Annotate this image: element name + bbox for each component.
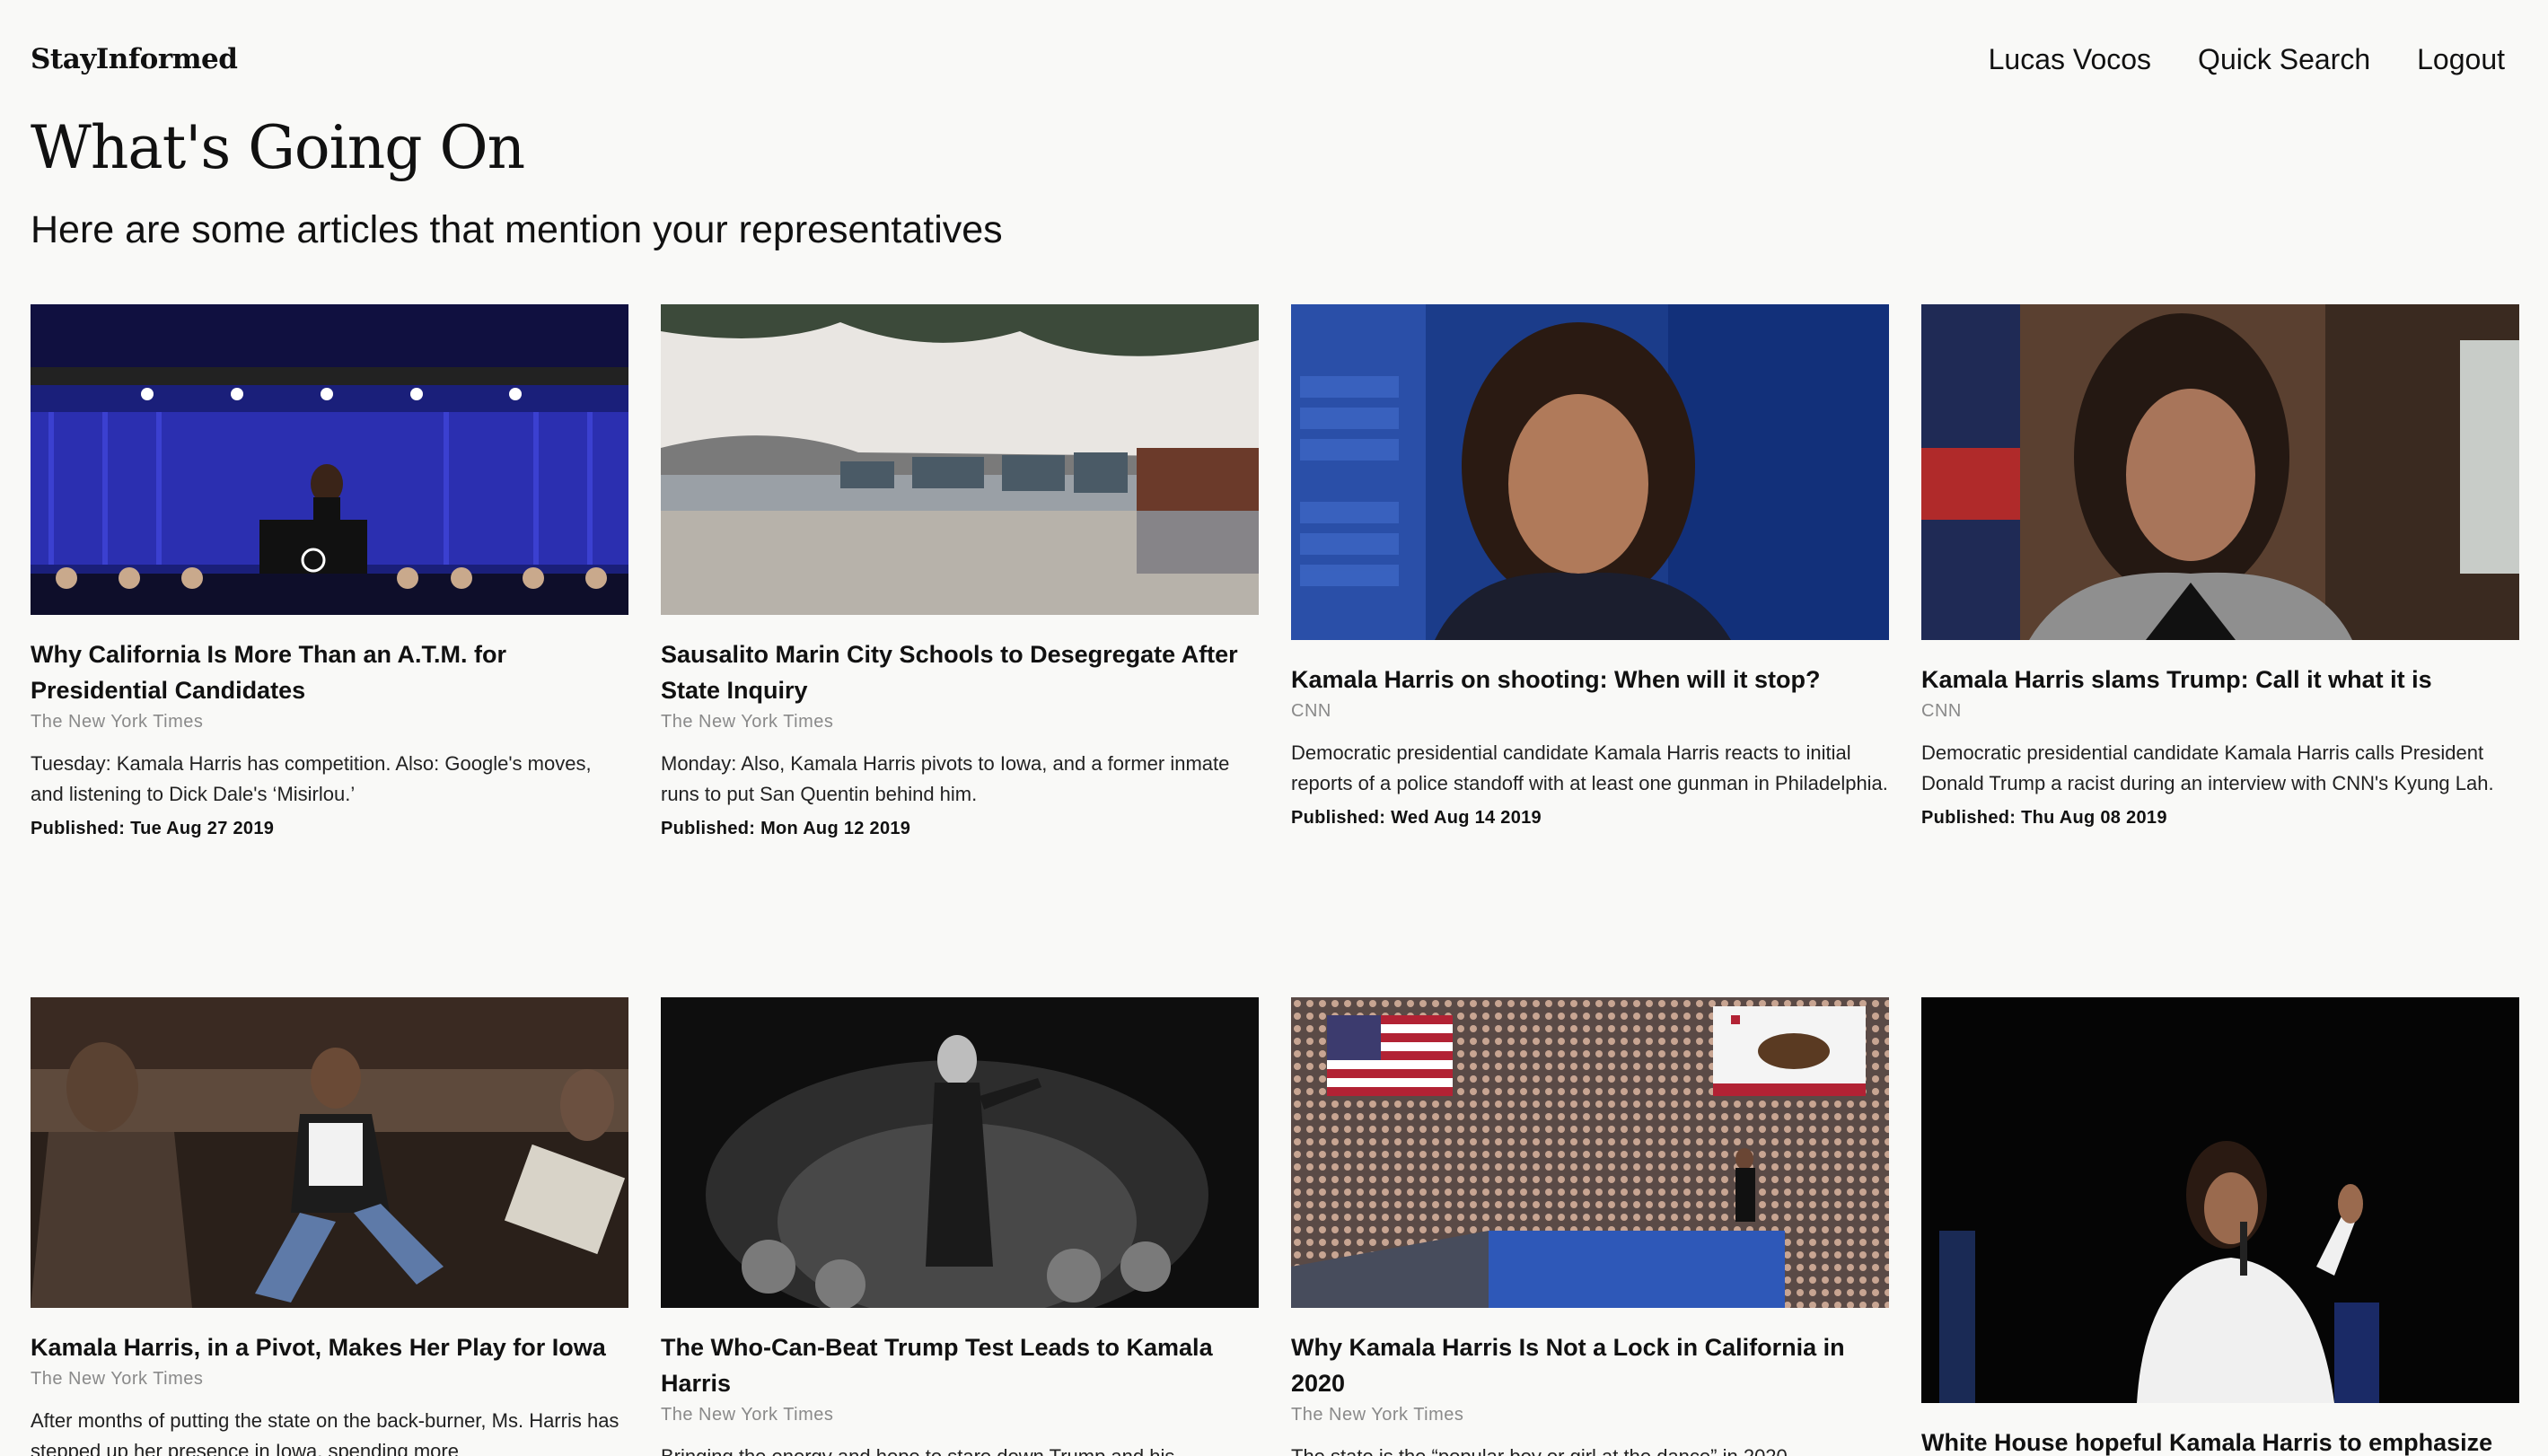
brand-logo[interactable]: StayInformed bbox=[31, 43, 238, 75]
article-description: The state is the “popular boy or girl at… bbox=[1291, 1442, 1889, 1456]
nav-user-link[interactable]: Lucas Vocos bbox=[1989, 43, 2151, 76]
crowd-rally-image bbox=[1291, 997, 1889, 1308]
article-description: Tuesday: Kamala Harris has competition. … bbox=[31, 752, 592, 805]
houseboats-image bbox=[661, 304, 1259, 615]
top-nav: Lucas Vocos Quick Search Logout bbox=[1989, 43, 2505, 76]
article-card: Why Kamala Harris Is Not a Lock in Calif… bbox=[1291, 997, 1889, 1456]
top-bar: StayInformed Lucas Vocos Quick Search Lo… bbox=[31, 36, 2505, 83]
article-source: The New York Times bbox=[31, 712, 204, 732]
black-white-speech-image bbox=[661, 997, 1259, 1308]
bus-interior-image bbox=[31, 997, 628, 1308]
article-image[interactable] bbox=[31, 997, 628, 1308]
article-title[interactable]: Kamala Harris on shooting: When will it … bbox=[1291, 662, 1889, 697]
article-description: Democratic presidential candidate Kamala… bbox=[1921, 741, 2494, 794]
article-image[interactable] bbox=[1921, 304, 2519, 640]
article-image[interactable] bbox=[1291, 304, 1889, 640]
nav-quick-search-link[interactable]: Quick Search bbox=[2198, 43, 2370, 76]
article-source: CNN bbox=[1291, 701, 1331, 721]
article-card: Kamala Harris, in a Pivot, Makes Her Pla… bbox=[31, 997, 628, 1456]
article-source: The New York Times bbox=[661, 1405, 834, 1425]
article-source: The New York Times bbox=[31, 1369, 204, 1389]
article-card: Why California Is More Than an A.T.M. fo… bbox=[31, 304, 628, 839]
article-title[interactable]: Why California Is More Than an A.T.M. fo… bbox=[31, 636, 628, 708]
nav-logout-link[interactable]: Logout bbox=[2417, 43, 2505, 76]
page-title: What's Going On bbox=[31, 113, 525, 182]
article-image[interactable] bbox=[1921, 997, 2519, 1403]
article-published-date: Published: Wed Aug 14 2019 bbox=[1291, 808, 1542, 828]
interview-studio-image bbox=[1291, 304, 1889, 640]
article-published-date: Published: Mon Aug 12 2019 bbox=[661, 819, 911, 838]
article-description: Democratic presidential candidate Kamala… bbox=[1291, 741, 1888, 794]
article-title[interactable]: Why Kamala Harris Is Not a Lock in Calif… bbox=[1291, 1329, 1889, 1401]
article-description: After months of putting the state on the… bbox=[31, 1409, 619, 1456]
article-image[interactable] bbox=[661, 304, 1259, 615]
article-image[interactable] bbox=[661, 997, 1259, 1308]
article-card: Sausalito Marin City Schools to Desegreg… bbox=[661, 304, 1259, 839]
stage-rally-image bbox=[31, 304, 628, 615]
article-card: The Who-Can-Beat Trump Test Leads to Kam… bbox=[661, 997, 1259, 1456]
article-published-date: Published: Tue Aug 27 2019 bbox=[31, 819, 275, 838]
article-image[interactable] bbox=[1291, 997, 1889, 1308]
article-title[interactable]: The Who-Can-Beat Trump Test Leads to Kam… bbox=[661, 1329, 1259, 1401]
article-card: White House hopeful Kamala Harris to emp… bbox=[1921, 997, 2519, 1456]
article-title[interactable]: White House hopeful Kamala Harris to emp… bbox=[1921, 1425, 2519, 1456]
article-title[interactable]: Sausalito Marin City Schools to Desegreg… bbox=[661, 636, 1259, 708]
page-subtitle: Here are some articles that mention your… bbox=[31, 208, 1003, 251]
article-image[interactable] bbox=[31, 304, 628, 615]
article-card: Kamala Harris on shooting: When will it … bbox=[1291, 304, 1889, 829]
article-title[interactable]: Kamala Harris slams Trump: Call it what … bbox=[1921, 662, 2519, 697]
article-source: The New York Times bbox=[661, 712, 834, 732]
article-description: Bringing the energy and hope to stare do… bbox=[661, 1442, 1259, 1456]
article-published-date: Published: Thu Aug 08 2019 bbox=[1921, 808, 2167, 828]
speaker-dark-stage-image bbox=[1921, 997, 2519, 1403]
article-card: Kamala Harris slams Trump: Call it what … bbox=[1921, 304, 2519, 829]
article-source: CNN bbox=[1921, 701, 1962, 721]
interview-bus-image bbox=[1921, 304, 2519, 640]
article-source: The New York Times bbox=[1291, 1405, 1464, 1425]
article-title[interactable]: Kamala Harris, in a Pivot, Makes Her Pla… bbox=[31, 1329, 628, 1365]
article-description: Monday: Also, Kamala Harris pivots to Io… bbox=[661, 752, 1230, 805]
